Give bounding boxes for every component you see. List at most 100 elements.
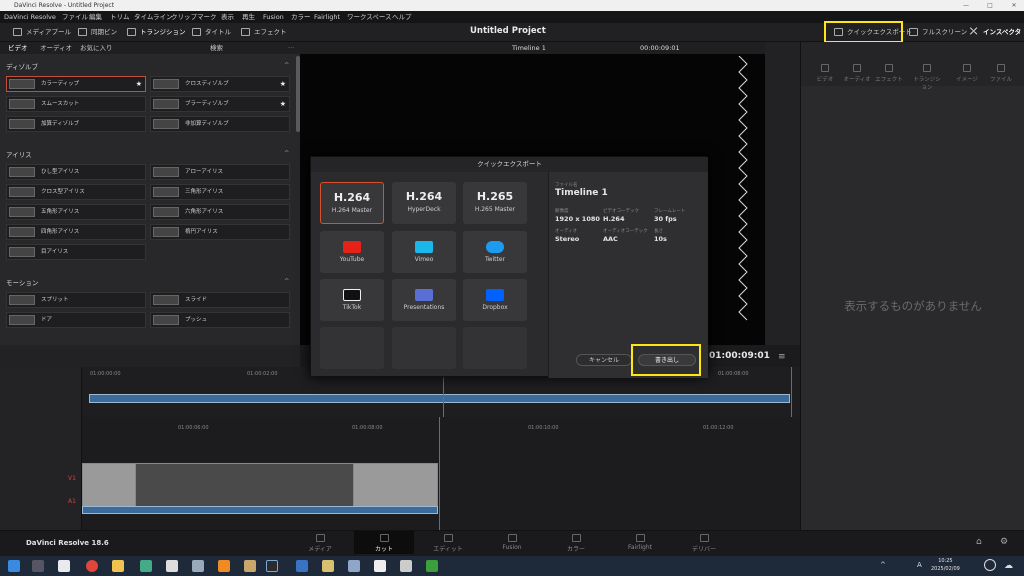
inspector-tab-effects[interactable]: エフェクト	[875, 64, 903, 83]
preset-h265-master[interactable]: H.265 H.265 Master	[463, 182, 527, 224]
preset-youtube[interactable]: YouTube	[320, 231, 384, 273]
effect-additive-dissolve[interactable]: 加算ディゾルブ	[6, 116, 146, 132]
collapse-icon[interactable]: ^	[284, 149, 289, 157]
app-icon[interactable]	[348, 560, 360, 572]
menu-clip[interactable]: クリップ	[171, 11, 197, 23]
inspector-button[interactable]: ⤫ インスペクタ	[970, 27, 1021, 38]
app-icon[interactable]	[296, 560, 308, 572]
app-icon[interactable]	[244, 560, 256, 572]
menu-edit[interactable]: 編集	[89, 11, 102, 23]
transitions-button[interactable]: トランジション	[127, 27, 186, 38]
effect-motion[interactable]: スプリット	[6, 292, 146, 308]
inspector-tab-image[interactable]: イメージ	[953, 64, 981, 83]
media-pool-button[interactable]: メディアプール	[13, 27, 71, 38]
ime-indicator[interactable]: A	[917, 561, 922, 569]
inspector-tab-file[interactable]: ファイル	[987, 64, 1015, 83]
preset-hyperdeck[interactable]: H.264 HyperDeck	[392, 182, 456, 224]
inspector-tab-audio[interactable]: オーディオ	[843, 64, 871, 83]
preset-tiktok[interactable]: TikTok	[320, 279, 384, 321]
close-icon[interactable]: ✕	[1008, 0, 1020, 11]
effect-iris[interactable]: アローアイリス	[150, 164, 290, 180]
settings-icon[interactable]	[166, 560, 178, 572]
effect-iris[interactable]: クロス型アイリス	[6, 184, 146, 200]
effect-blur-dissolve[interactable]: ブラーディゾルブ ★	[150, 96, 290, 112]
menu-help[interactable]: ヘルプ	[392, 11, 412, 23]
audio-clip[interactable]	[82, 506, 438, 514]
app-icon[interactable]	[400, 560, 412, 572]
davinci-icon[interactable]	[266, 560, 278, 572]
page-deliver[interactable]: デリバー	[674, 534, 734, 553]
minimize-icon[interactable]: —	[960, 0, 972, 11]
collapse-icon[interactable]: ^	[284, 61, 289, 69]
app-icon[interactable]	[140, 560, 152, 572]
menu-mark[interactable]: マーク	[197, 11, 217, 23]
preset-twitter[interactable]: Twitter	[463, 231, 527, 273]
effect-nonadditive-dissolve[interactable]: 非加算ディゾルブ	[150, 116, 290, 132]
effect-iris[interactable]: 楕円アイリス	[150, 224, 290, 240]
preset-h264-master[interactable]: H.264 H.264 Master	[320, 182, 384, 224]
favorite-star-icon[interactable]: ★	[280, 77, 286, 91]
menu-fusion[interactable]: Fusion	[263, 11, 284, 23]
menu-workspace[interactable]: ワークスペース	[347, 11, 392, 23]
gear-icon[interactable]: ⚙	[1000, 537, 1008, 547]
taskview-icon[interactable]	[32, 560, 44, 572]
menu-davinci[interactable]: DaVinci Resolve	[4, 11, 56, 23]
section-iris[interactable]: アイリス ^	[6, 149, 289, 159]
effect-cross-dissolve[interactable]: クロスディゾルブ ★	[150, 76, 290, 92]
titles-button[interactable]: タイトル	[192, 27, 231, 38]
fullscreen-button[interactable]: フルスクリーン	[909, 27, 967, 38]
page-color[interactable]: カラー	[546, 534, 606, 553]
section-motion[interactable]: モーション ^	[6, 277, 289, 287]
menu-trim[interactable]: トリム	[110, 11, 130, 23]
effect-smooth-cut[interactable]: スムースカット	[6, 96, 146, 112]
notification-icon[interactable]	[984, 559, 996, 571]
start-icon[interactable]	[8, 560, 20, 572]
tab-favorites[interactable]: お気に入り	[80, 42, 113, 54]
app-icon[interactable]	[374, 560, 386, 572]
menu-playback[interactable]: 再生	[242, 11, 255, 23]
app-icon[interactable]	[426, 560, 438, 572]
effect-iris[interactable]: 目アイリス	[6, 244, 146, 260]
menu-icon[interactable]: ≡	[778, 352, 786, 362]
tray-chevron-icon[interactable]: ^	[880, 561, 886, 569]
page-edit[interactable]: エディット	[418, 534, 478, 553]
section-dissolve[interactable]: ディゾルブ ^	[6, 61, 289, 71]
effect-motion[interactable]: スライド	[150, 292, 290, 308]
collapse-icon[interactable]: ^	[284, 277, 289, 285]
cancel-button[interactable]: キャンセル	[576, 354, 632, 366]
app-icon[interactable]	[322, 560, 334, 572]
playhead-marker[interactable]	[439, 417, 440, 530]
app-icon[interactable]	[58, 560, 70, 572]
favorite-star-icon[interactable]: ★	[280, 97, 286, 111]
menu-fairlight[interactable]: Fairlight	[314, 11, 340, 23]
inspector-tab-video[interactable]: ビデオ	[811, 64, 839, 83]
inspector-tab-transition[interactable]: トランジション	[913, 64, 941, 91]
end-marker[interactable]	[791, 367, 792, 417]
menu-file[interactable]: ファイル	[62, 11, 88, 23]
effect-iris[interactable]: 六角形アイリス	[150, 204, 290, 220]
app-icon[interactable]	[192, 560, 204, 572]
preset-dropbox[interactable]: Dropbox	[463, 279, 527, 321]
tab-video[interactable]: ビデオ	[8, 42, 28, 54]
menu-view[interactable]: 表示	[221, 11, 234, 23]
maximize-icon[interactable]: □	[984, 0, 996, 11]
effect-motion[interactable]: ドア	[6, 312, 146, 328]
preset-presentations[interactable]: Presentations	[392, 279, 456, 321]
vlc-icon[interactable]	[218, 560, 230, 572]
effects-button[interactable]: エフェクト	[241, 27, 287, 38]
effect-iris[interactable]: ひし型アイリス	[6, 164, 146, 180]
tab-audio[interactable]: オーディオ	[40, 42, 72, 54]
page-fusion[interactable]: Fusion	[482, 534, 542, 551]
chrome-icon[interactable]	[86, 560, 98, 572]
more-icon[interactable]: ···	[288, 42, 294, 54]
effect-iris[interactable]: 三角形アイリス	[150, 184, 290, 200]
filename-value[interactable]: Timeline 1	[555, 188, 608, 198]
home-icon[interactable]: ⌂	[976, 537, 982, 547]
effect-motion[interactable]: プッシュ	[150, 312, 290, 328]
sync-bin-button[interactable]: 同期ビン	[78, 27, 117, 38]
page-media[interactable]: メディア	[290, 534, 350, 553]
menu-color[interactable]: カラー	[291, 11, 311, 23]
menu-timeline[interactable]: タイムライン	[134, 11, 173, 23]
viewer-timeline-name[interactable]: Timeline 1	[512, 42, 546, 54]
folder-icon[interactable]	[112, 560, 124, 572]
